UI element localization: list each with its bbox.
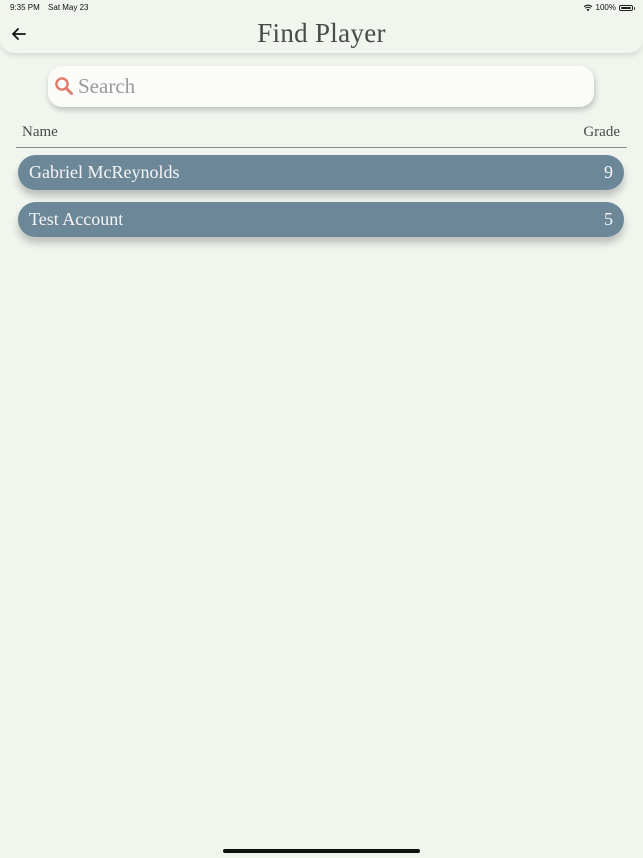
column-header-grade: Grade: [583, 124, 620, 140]
status-time: 9:35 PM: [10, 3, 40, 12]
battery-icon: [619, 4, 635, 11]
player-grade: 9: [604, 162, 613, 182]
status-right: 100%: [583, 3, 635, 12]
wifi-icon: [583, 4, 592, 11]
status-bar: 9:35 PM Sat May 23 100%: [0, 0, 643, 16]
column-header-name: Name: [22, 124, 58, 140]
player-name: Test Account: [29, 209, 124, 229]
search-input[interactable]: [78, 66, 578, 107]
player-grade: 5: [604, 209, 613, 229]
status-date: Sat May 23: [48, 3, 89, 12]
battery-fill: [621, 6, 631, 9]
header-divider: [16, 147, 627, 148]
header-bar: Find Player: [0, 15, 643, 53]
player-row[interactable]: Gabriel McReynolds 9: [18, 155, 624, 190]
search-box[interactable]: [48, 66, 594, 107]
status-left: 9:35 PM Sat May 23: [10, 3, 89, 12]
battery-percent: 100%: [595, 3, 616, 12]
player-row[interactable]: Test Account 5: [18, 202, 624, 237]
magnifier-icon: [55, 77, 73, 95]
page-title: Find Player: [257, 18, 386, 48]
home-indicator: [223, 849, 420, 853]
player-name: Gabriel McReynolds: [29, 162, 180, 182]
